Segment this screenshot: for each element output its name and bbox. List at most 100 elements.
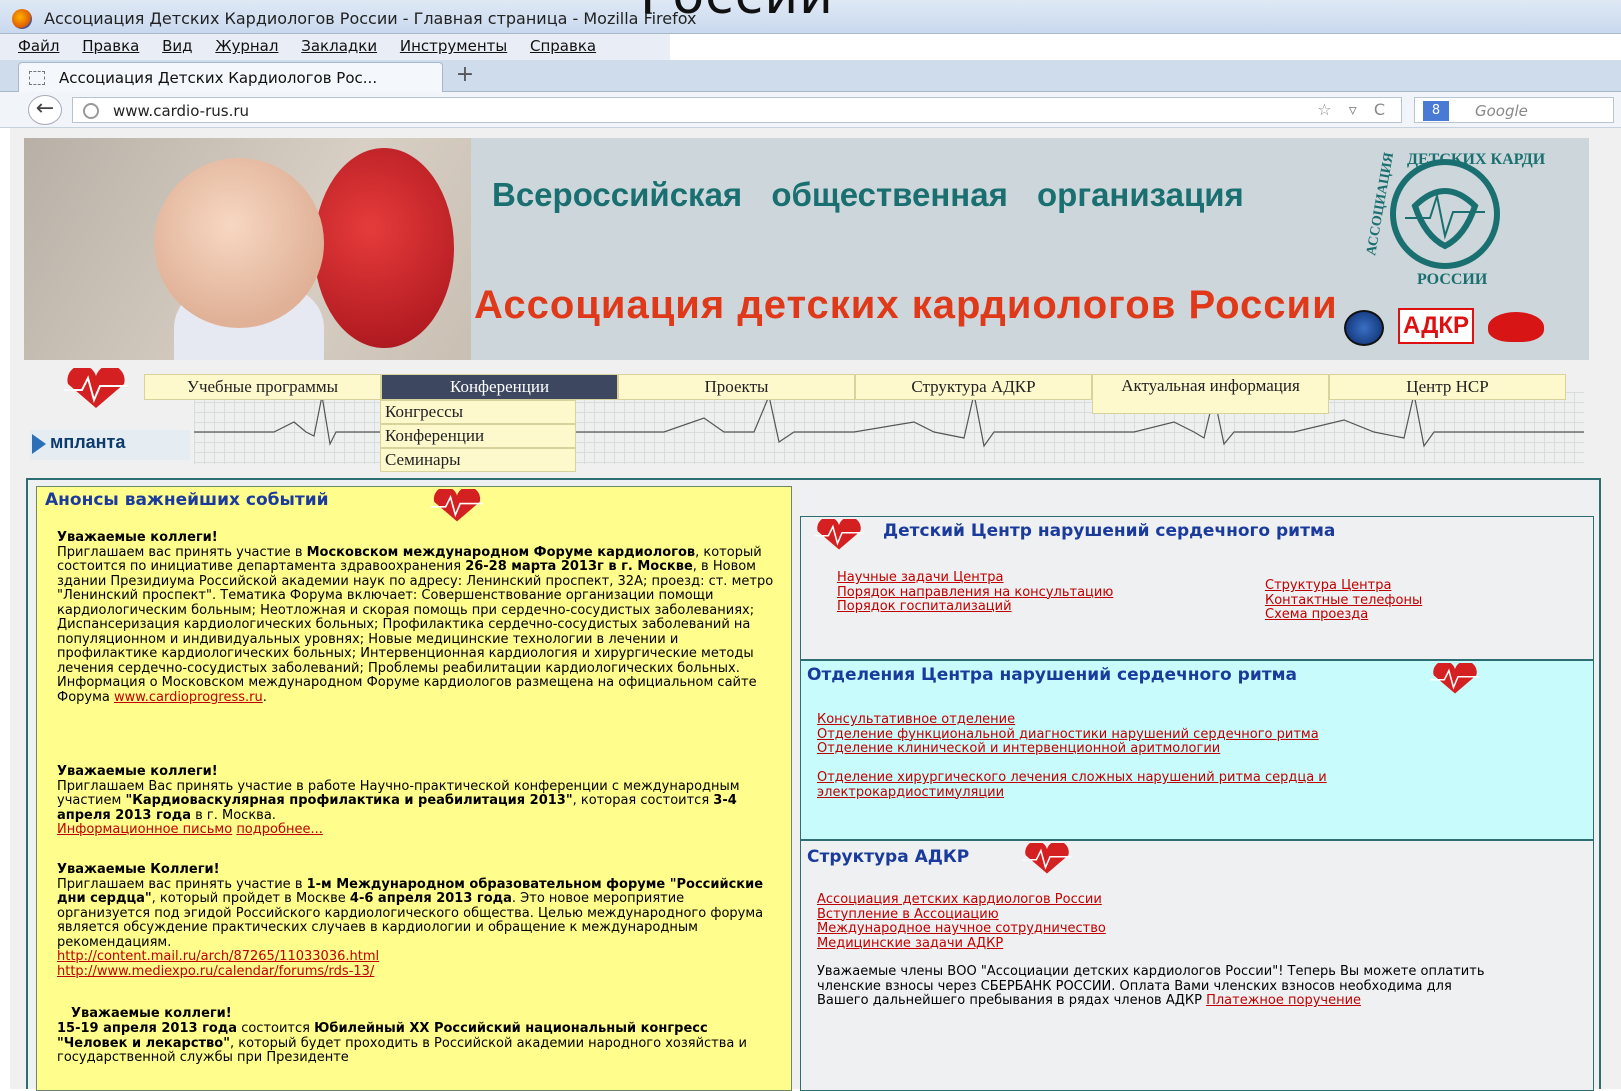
tab-strip: Ассоциация Детских Кардиологов Рос... +	[0, 60, 1621, 92]
menu-help[interactable]: Справка	[530, 37, 596, 55]
department-link[interactable]: Консультативное отделение	[817, 712, 1319, 728]
search-placeholder: Google	[1475, 102, 1528, 120]
association-logo: ДЕТСКИХ КАРДИОЛОГОВ АССОЦИАЦИЯ РОССИИ	[1364, 151, 1545, 286]
announcement-3-title: Уважаемые Коллеги!	[57, 862, 220, 877]
header-subtitle: Всероссийская общественная организация	[492, 176, 1244, 213]
announcement-1-title: Уважаемые коллеги!	[57, 530, 218, 545]
main-navigation: мпланта Учебные программы Конференции Пр…	[24, 368, 1589, 472]
submenu-seminars[interactable]: Семинары	[380, 448, 576, 472]
announcement-1: Уважаемые коллеги! Приглашаем вас принят…	[57, 530, 774, 705]
back-button[interactable]: ←	[28, 95, 62, 125]
search-input[interactable]: 8 Google	[1414, 97, 1614, 123]
phone-icon[interactable]	[1488, 312, 1544, 342]
announcement-4-title: Уважаемые коллеги!	[71, 1006, 232, 1021]
tab-active[interactable]: Ассоциация Детских Кардиологов Рос...	[18, 62, 443, 92]
center-link[interactable]: Схема проезда	[1265, 607, 1422, 623]
text: Уважаемые члены ВОО "Ассоциации детских …	[817, 964, 1485, 1008]
red-ball-image	[314, 148, 454, 348]
text: 15-19 апреля 2013 года	[57, 1021, 238, 1036]
text: "Кардиоваскулярная профилактика и реабил…	[125, 793, 573, 808]
site-header: Всероссийская общественная организация А…	[24, 138, 1589, 360]
text: Московском международном Форуме кардиоло…	[306, 544, 696, 560]
nav-item-center[interactable]: Центр НСР	[1329, 374, 1566, 400]
text: 4-6 апреля 2013 года	[349, 891, 512, 906]
announcements-panel: Анонсы важнейших событий Уважаемые колле…	[36, 486, 792, 1091]
heart-icon	[814, 519, 864, 550]
department-link[interactable]: Отделение клинической и интервенционной …	[817, 741, 1319, 757]
menu-view[interactable]: Вид	[162, 37, 192, 55]
new-tab-button[interactable]: +	[450, 62, 480, 90]
right-column: Детский Центр нарушений сердечного ритма…	[800, 516, 1594, 1091]
reload-icon[interactable]: ☆ ▿ C	[1317, 100, 1391, 119]
center-link[interactable]: Структура Центра	[1265, 578, 1422, 594]
main-content: Анонсы важнейших событий Уважаемые колле…	[26, 478, 1601, 1091]
more-link[interactable]: подробнее...	[236, 822, 323, 837]
announcement-4: Уважаемые коллеги!	[71, 1006, 791, 1022]
info-letter-link[interactable]: Информационное письмо	[57, 822, 232, 837]
mediexpo-link[interactable]: http://www.mediexpo.ru/calendar/forums/r…	[57, 964, 777, 980]
child-face-image	[154, 158, 324, 328]
search-engine-icon[interactable]: 8	[1423, 101, 1449, 121]
center-title: Детский Центр нарушений сердечного ритма	[883, 521, 1336, 541]
navigation-bar: ← www.cardio-rus.ru ☆ ▿ C 8 Google	[0, 92, 1621, 128]
heart-icon	[1430, 663, 1480, 694]
announcement-2-title: Уважаемые коллеги!	[57, 764, 218, 779]
sponsor-logo[interactable]: мпланта	[30, 430, 190, 460]
home-icon[interactable]	[1344, 310, 1384, 346]
firefox-icon	[12, 9, 32, 29]
adkr-button[interactable]: АДКР	[1398, 308, 1474, 344]
payment-order-link[interactable]: Платежное поручение	[1206, 993, 1361, 1008]
announcements-title: Анонсы важнейших событий	[45, 490, 329, 510]
text: состоится	[237, 1021, 315, 1036]
text: Приглашаем вас принять участие в	[57, 876, 307, 892]
heart-icon	[64, 368, 128, 408]
menu-bookmarks[interactable]: Закладки	[301, 37, 377, 55]
structure-link[interactable]: Медицинские задачи АДКР	[817, 936, 1106, 952]
window-title: Ассоциация Детских Кардиологов России - …	[44, 9, 697, 28]
menu-tools[interactable]: Инструменты	[400, 37, 507, 55]
nav-menu: Учебные программы Конференции Проекты Ст…	[144, 374, 1566, 414]
submenu-conferences[interactable]: Конференции	[380, 424, 576, 448]
center-box: Детский Центр нарушений сердечного ритма…	[800, 516, 1594, 660]
nav-item-projects[interactable]: Проекты	[618, 374, 855, 400]
header-photo	[24, 138, 471, 360]
page-icon	[29, 71, 45, 85]
center-link[interactable]: Порядок госпитализаций	[837, 599, 1113, 615]
department-surgery: Отделение хирургического лечения сложных…	[817, 770, 1477, 800]
nav-item-education[interactable]: Учебные программы	[144, 374, 381, 400]
menu-history[interactable]: Журнал	[215, 37, 278, 55]
menu-file[interactable]: Файл	[18, 37, 59, 55]
structure-link[interactable]: Вступление в Ассоциацию	[817, 907, 1106, 923]
center-link[interactable]: Порядок направления на консультацию	[837, 585, 1113, 601]
nav-item-structure[interactable]: Структура АДКР	[855, 374, 1092, 400]
text: в г. Москва.	[190, 807, 276, 823]
web-page: Всероссийская общественная организация А…	[10, 128, 1621, 1091]
menu-edit[interactable]: Правка	[82, 37, 139, 55]
submenu-congresses[interactable]: Конгрессы	[380, 400, 576, 424]
cardioprogress-link[interactable]: www.cardioprogress.ru	[114, 690, 263, 705]
nav-item-conferences[interactable]: Конференции	[381, 374, 618, 400]
department-link[interactable]: Отделение хирургического лечения сложных…	[817, 770, 1477, 800]
center-links-right: Структура Центра Контактные телефоны Схе…	[1265, 578, 1422, 623]
announcement-4-body: 15-19 апреля 2013 года состоится Юбилейн…	[57, 1021, 777, 1066]
structure-link[interactable]: Международное научное сотрудничество	[817, 921, 1106, 937]
text: , которая состоится	[572, 793, 714, 808]
center-link[interactable]: Научные задачи Центра	[837, 570, 1113, 586]
structure-title: Структура АДКР	[807, 847, 970, 867]
text: , в Новом здании Президиума Российской а…	[57, 559, 774, 676]
url-text: www.cardio-rus.ru	[113, 102, 250, 120]
conferences-submenu: Конгрессы Конференции Семинары	[380, 400, 576, 472]
text: Приглашаем вас принять участие в	[57, 544, 307, 560]
center-link[interactable]: Контактные телефоны	[1265, 593, 1422, 609]
nav-item-news[interactable]: Актуальная информация	[1092, 374, 1329, 414]
text: 26-28 марта 2013г в г. Москве	[465, 559, 693, 574]
mail-link[interactable]: http://content.mail.ru/arch/87265/110330…	[57, 949, 777, 965]
logo-text-bottom: РОССИИ	[1417, 271, 1488, 286]
url-bar[interactable]: www.cardio-rus.ru ☆ ▿ C	[72, 97, 1402, 123]
structure-link[interactable]: Ассоциация детских кардиологов России	[817, 892, 1106, 908]
membership-note: Уважаемые члены ВОО "Ассоциации детских …	[817, 964, 1497, 1009]
overlay-title: России	[640, 0, 834, 26]
text: , который пройдет в Москве	[151, 891, 350, 906]
structure-links: Ассоциация детских кардиологов России Вс…	[817, 892, 1106, 952]
department-link[interactable]: Отделение функциональной диагностики нар…	[817, 727, 1319, 743]
